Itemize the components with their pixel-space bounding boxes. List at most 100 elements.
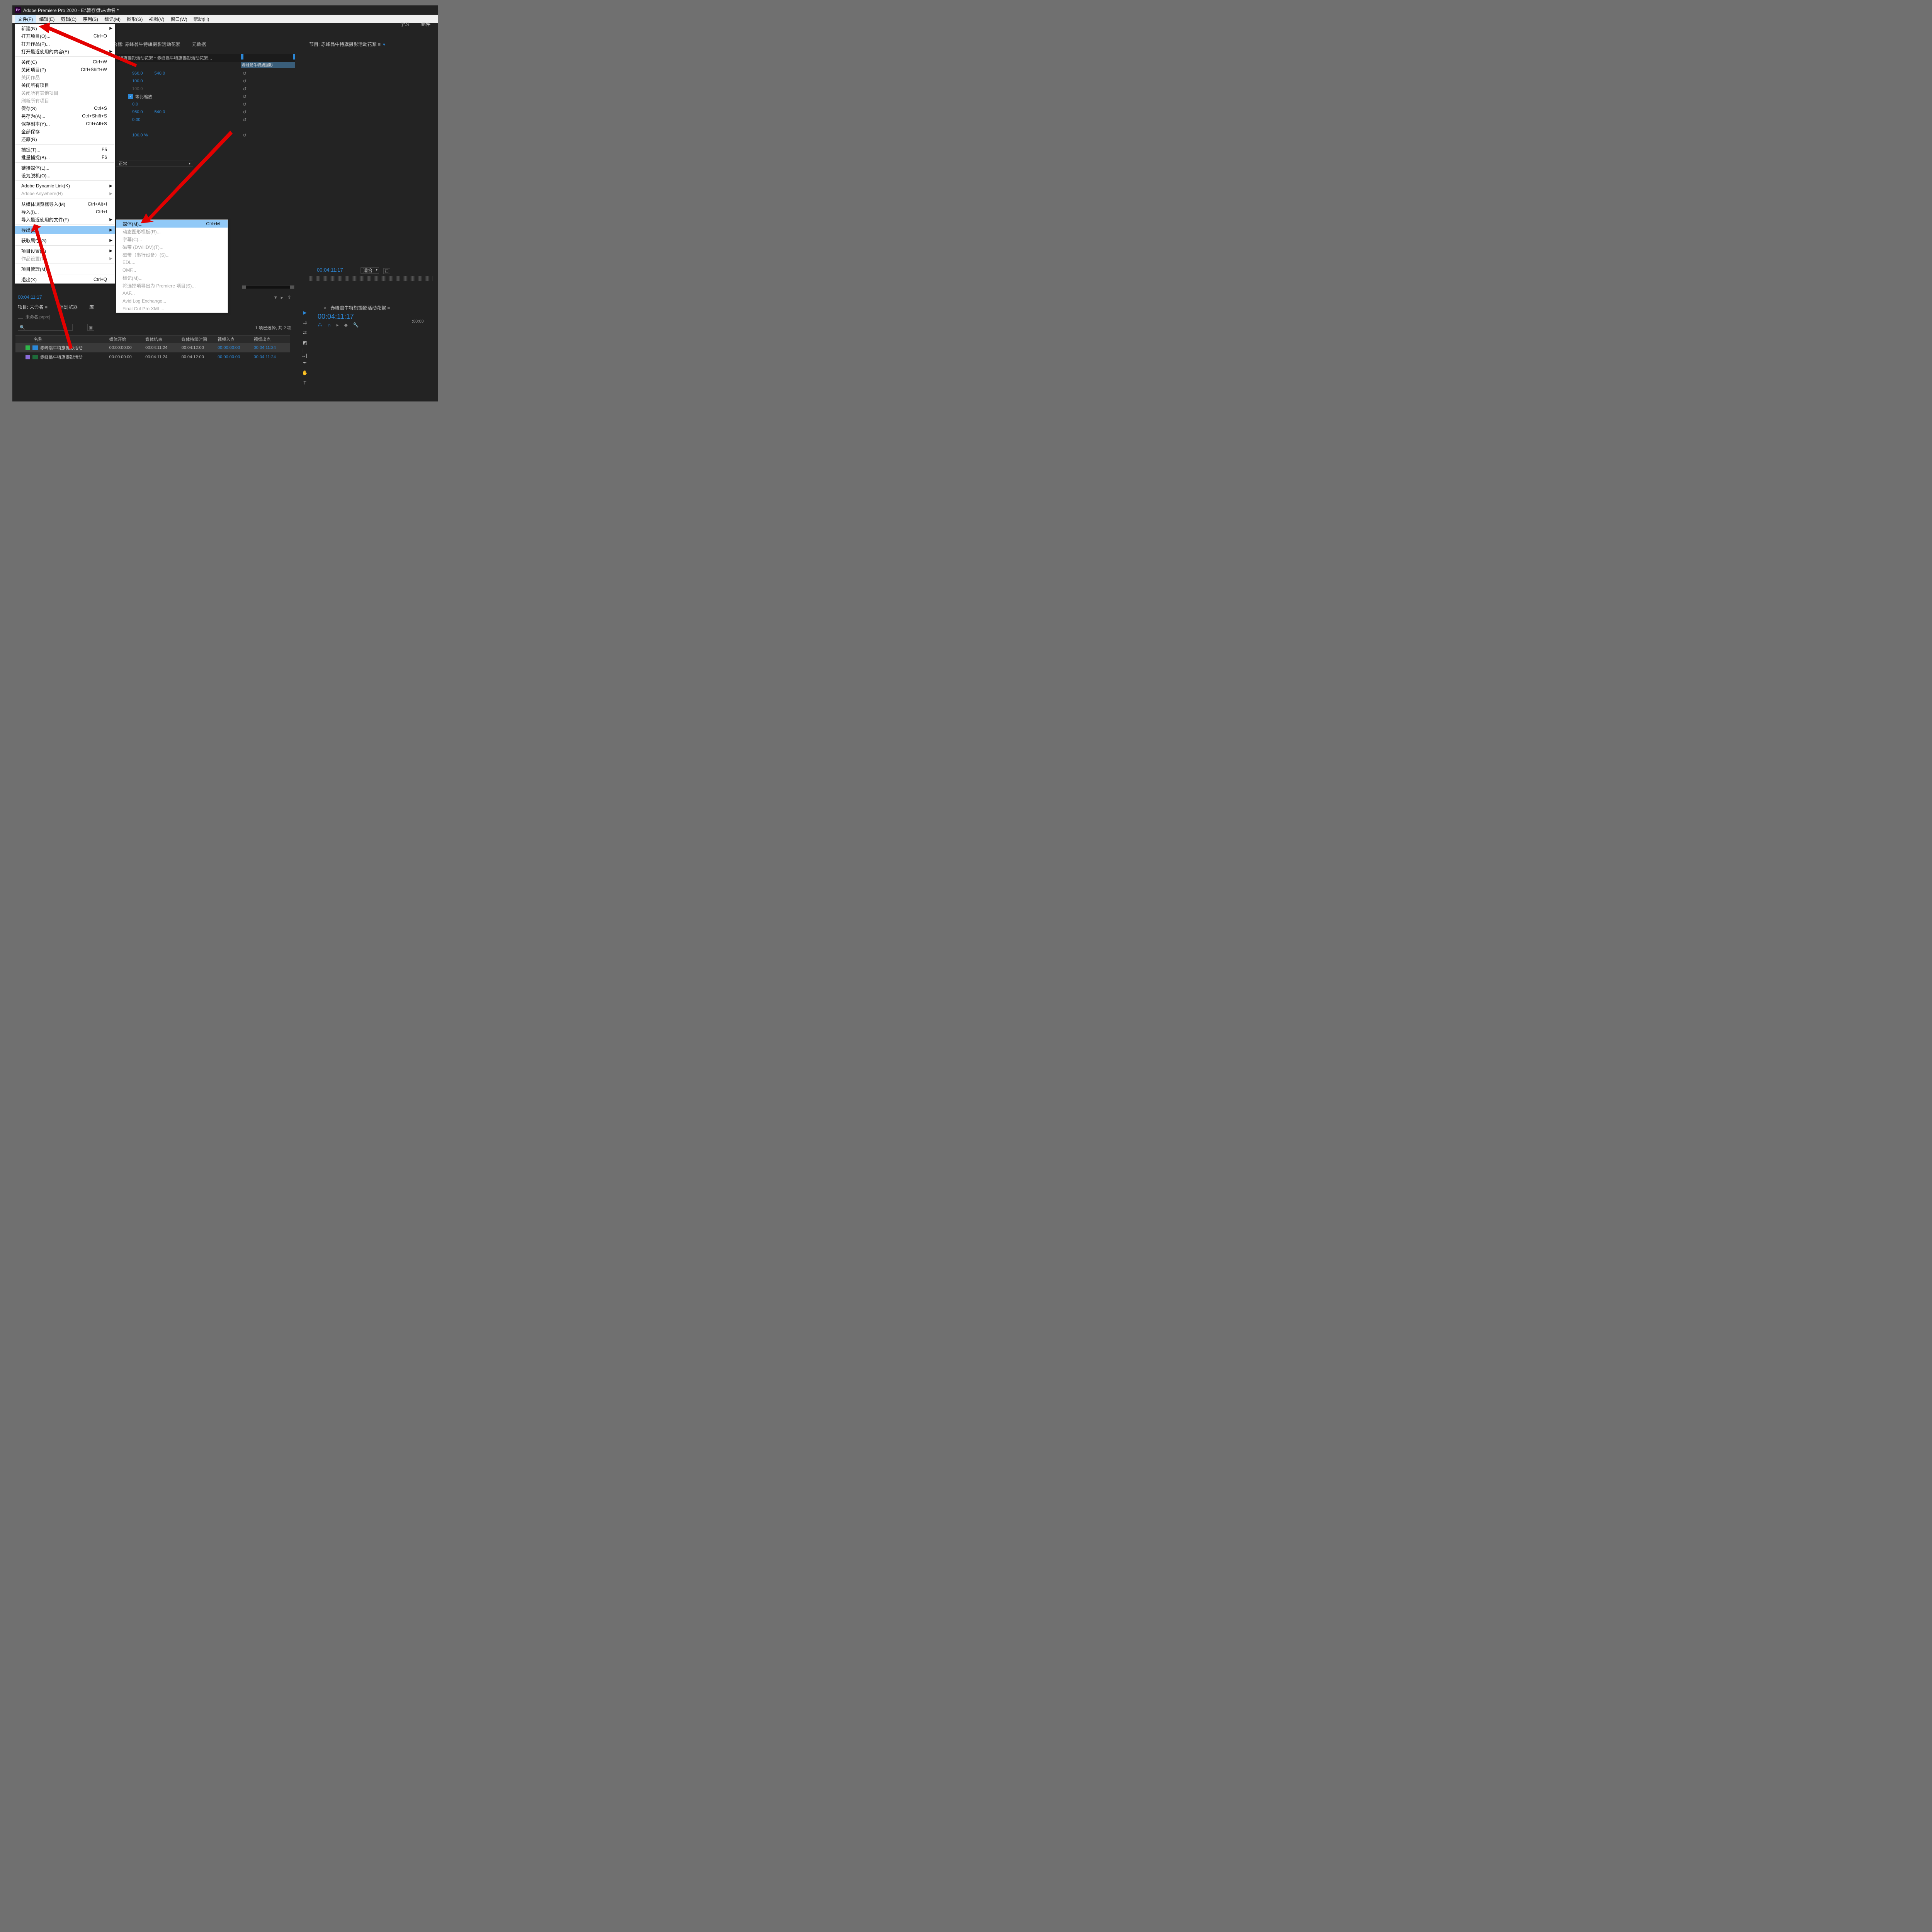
program-time-ruler[interactable] (309, 276, 433, 281)
slip-tool[interactable]: |↔| (301, 349, 308, 356)
annotation-arrow-3 (29, 224, 76, 352)
linked-selection-icon[interactable]: ▸ (337, 322, 339, 328)
export-menu-item: Final Cut Pro XML... (116, 305, 228, 313)
prop-anti-flicker[interactable]: 0.00↺ (117, 116, 249, 124)
settings-wrench-icon[interactable]: 🔧 (353, 322, 359, 328)
workspace-tabs: 学习 组件 (400, 21, 430, 27)
sequence-icon (32, 355, 38, 359)
play-icon[interactable]: ▸ (281, 294, 284, 301)
file-menu-item: 刷新所有项目 (15, 97, 115, 104)
marker-icon[interactable]: ◆ (344, 322, 348, 328)
export-submenu: 媒体(M)...Ctrl+M动态图形模板(R)...字幕(C)...磁带 (DV… (116, 219, 228, 313)
file-menu-item[interactable]: 全部保存 (15, 128, 115, 135)
menu-graphics[interactable]: 图形(G) (124, 15, 146, 23)
submenu-arrow-icon: ▶ (109, 257, 112, 261)
file-menu-item[interactable]: 保存副本(Y)...Ctrl+Alt+S (15, 120, 115, 128)
file-menu-item[interactable]: Adobe Dynamic Link(K)▶ (15, 182, 115, 190)
hand-tool[interactable]: ✋ (301, 369, 308, 376)
project-selection-status: 1 项已选择, 共 2 项 (255, 325, 291, 331)
export-menu-item: 动态图形模板(R)... (116, 228, 228, 235)
reset-icon[interactable]: ↺ (243, 94, 247, 99)
effect-mini-scrollbar[interactable] (242, 285, 294, 289)
timeline-sequence-tab[interactable]: ×赤峰翁牛特旗摄影活动花絮 ≡ (301, 303, 436, 313)
export-frame-icon[interactable]: ⇪ (287, 294, 291, 301)
menu-edit[interactable]: 编辑(E) (36, 15, 58, 23)
col-media-end[interactable]: 媒体结束 (145, 336, 181, 342)
file-menu-item[interactable]: 批量捕捉(B)...F6 (15, 153, 115, 161)
prop-position[interactable]: 960.0540.0↺ (117, 70, 249, 77)
prop-uniform-scale[interactable]: ✓等比缩放↺ (117, 93, 249, 100)
file-menu-item[interactable]: 导入(I)...Ctrl+I (15, 208, 115, 216)
checkbox-on-icon[interactable]: ✓ (128, 94, 133, 99)
col-video-in[interactable]: 视频入点 (218, 336, 253, 342)
file-menu-item[interactable]: 设为脱机(O)... (15, 172, 115, 179)
in-point-marker[interactable] (241, 54, 243, 60)
menu-clip[interactable]: 剪辑(C) (58, 15, 80, 23)
menu-sequence[interactable]: 序列(S) (80, 15, 101, 23)
workspace-learn[interactable]: 学习 (400, 21, 410, 27)
effect-mini-clip[interactable]: 赤峰翁牛特旗摄影 (241, 62, 295, 68)
prop-scale[interactable]: 100.0↺ (117, 77, 249, 85)
snap-icon[interactable]: ⁂ (318, 322, 322, 328)
reset-icon[interactable]: ↺ (243, 133, 247, 138)
export-menu-item: Avid Log Exchange... (116, 297, 228, 305)
file-menu-item: 关闭所有其他项目 (15, 89, 115, 97)
libraries-tab[interactable]: 库 (89, 304, 94, 310)
program-timecode[interactable]: 00:04:11:17 (317, 267, 343, 273)
search-icon: 🔍 (20, 325, 25, 330)
prop-anchor[interactable]: 960.0540.0↺ (117, 108, 249, 116)
out-point-marker[interactable] (293, 54, 295, 60)
col-media-start[interactable]: 媒体开始 (109, 336, 145, 342)
window-title: Adobe Premiere Pro 2020 - E:\暂存盘\未命名 * (23, 7, 119, 14)
file-menu-item: 关闭作品 (15, 73, 115, 81)
magnet-icon[interactable]: ∩ (328, 322, 331, 328)
funnel-icon[interactable]: ▾ (274, 294, 277, 301)
reset-icon[interactable]: ↺ (243, 102, 247, 107)
reset-icon[interactable]: ↺ (243, 78, 247, 84)
reset-icon[interactable]: ↺ (243, 86, 247, 92)
reset-icon[interactable]: ↺ (243, 71, 247, 76)
file-menu-item[interactable]: 链接媒体(L)... (15, 164, 115, 172)
razor-tool[interactable]: ◩ (301, 339, 308, 346)
scroll-handle-left[interactable] (242, 286, 246, 289)
file-menu-item[interactable]: 从媒体浏览器导入(M)Ctrl+Alt+I (15, 200, 115, 208)
reset-icon[interactable]: ↺ (243, 109, 247, 115)
table-row[interactable]: 赤峰翁牛特旗摄影活动00:00:00:0000:04:11:2400:04:12… (15, 352, 290, 362)
export-menu-item: 将选择项导出为 Premiere 项目(S)... (116, 282, 228, 289)
pen-tool[interactable]: ✒ (301, 359, 308, 366)
label-color-swatch[interactable] (26, 355, 30, 359)
annotation-arrow-1 (39, 22, 139, 69)
file-menu-item[interactable]: 还原(R) (15, 135, 115, 143)
export-menu-item: 磁带 (DV/HDV)(T)... (116, 243, 228, 251)
reset-icon[interactable]: ↺ (243, 117, 247, 122)
scroll-handle-right[interactable] (290, 286, 294, 289)
menu-marker[interactable]: 标记(M) (101, 15, 124, 23)
export-menu-item: EDL... (116, 259, 228, 266)
submenu-arrow-icon: ▶ (109, 238, 112, 243)
col-duration[interactable]: 媒体持续时间 (182, 336, 218, 342)
ripple-edit-tool[interactable]: ⇄ (301, 329, 308, 336)
file-menu-item[interactable]: 另存为(A)...Ctrl+Shift+S (15, 112, 115, 120)
menu-help[interactable]: 帮助(H) (190, 15, 213, 23)
close-icon[interactable]: × (324, 305, 327, 311)
file-menu-item[interactable]: 保存(S)Ctrl+S (15, 104, 115, 112)
program-zoom: 适合 ⬚ (357, 267, 390, 274)
workspace-assembly[interactable]: 组件 (421, 21, 430, 27)
zoom-select[interactable]: 适合 (361, 267, 379, 274)
type-tool[interactable]: T (301, 379, 308, 386)
menu-window[interactable]: 窗口(W) (167, 15, 190, 23)
export-menu-item: 磁带（串行设备）(S)... (116, 251, 228, 259)
prop-rotation[interactable]: 0.0↺ (117, 100, 249, 108)
title-bar: Pr Adobe Premiere Pro 2020 - E:\暂存盘\未命名 … (12, 5, 438, 15)
menu-file[interactable]: 文件(F) (15, 15, 36, 23)
file-menu-item[interactable]: 捕捉(T)...F5 (15, 146, 115, 153)
file-menu-item[interactable]: 导入最近使用的文件(F)▶ (15, 216, 115, 223)
metadata-tab[interactable]: 元数据 (192, 41, 206, 48)
submenu-arrow-icon: ▶ (109, 228, 112, 232)
settings-icon[interactable]: ⬚ (383, 268, 390, 274)
col-video-out[interactable]: 视频出点 (254, 336, 290, 342)
app-logo: Pr (15, 7, 21, 13)
menu-view[interactable]: 视图(V) (146, 15, 167, 23)
file-menu-item[interactable]: 关闭所有项目 (15, 81, 115, 89)
new-bin-icon[interactable]: ▣ (87, 324, 94, 331)
